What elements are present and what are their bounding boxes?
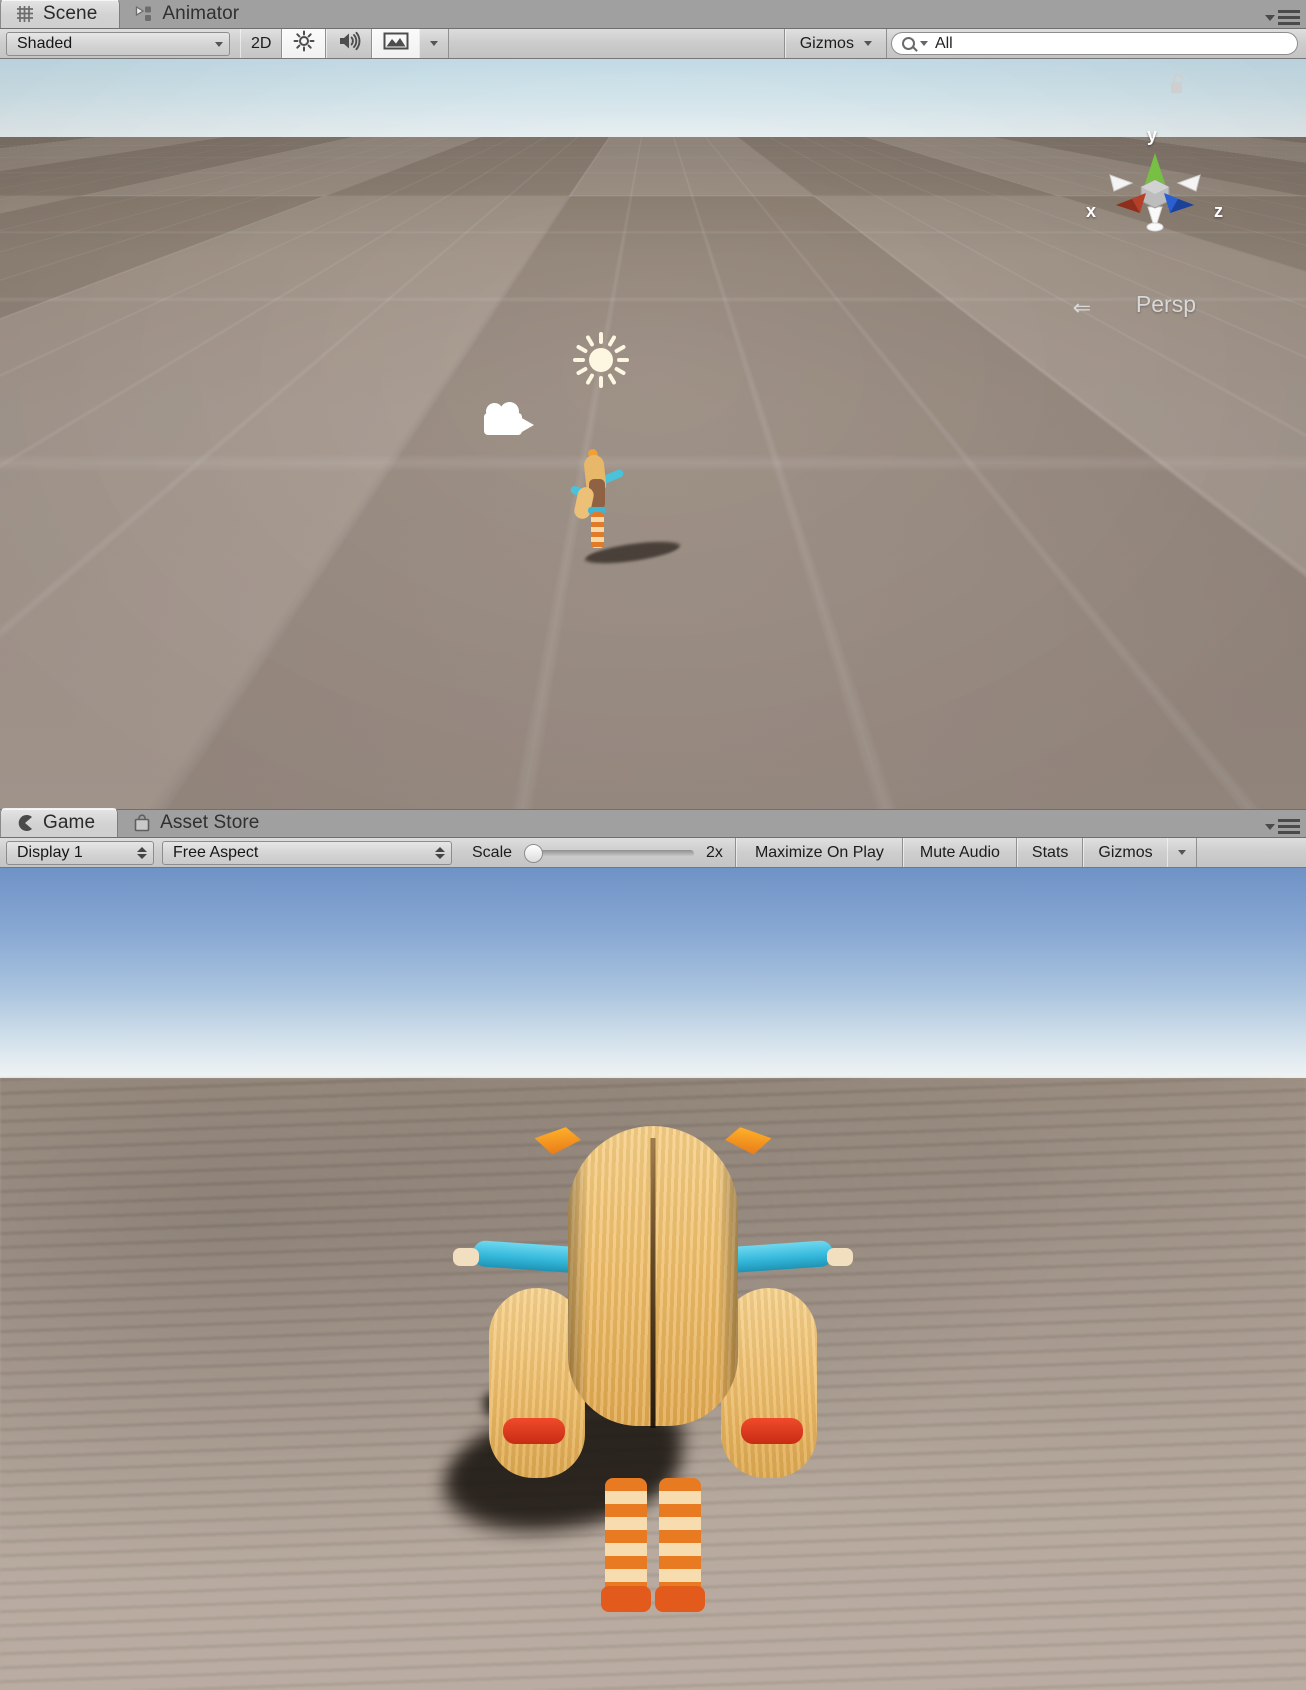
scene-panel-options[interactable] (1265, 10, 1300, 25)
scene-viewport[interactable]: y x z ⇐ Persp (0, 59, 1306, 809)
scene-panel-tabstrip: Scene Animator (0, 0, 1306, 29)
unity-editor-window: Scene Animator Shaded 2D Gizmos All y x … (0, 0, 1306, 1690)
display-value: Display 1 (17, 844, 83, 861)
tab-animator-label: Animator (162, 2, 240, 24)
stats-label: Stats (1031, 843, 1069, 861)
scale-slider[interactable] (524, 843, 695, 863)
image-effects-icon (383, 31, 409, 56)
mute-audio-button[interactable]: Mute Audio (902, 838, 1017, 867)
tab-scene-label: Scene (43, 3, 98, 24)
scene-effects-dropdown[interactable] (419, 29, 450, 58)
search-magnifier-icon (901, 37, 915, 50)
draw-mode-dropdown[interactable]: Shaded (6, 32, 230, 56)
game-panel-tabstrip: Game Asset Store (0, 808, 1306, 838)
game-viewport[interactable] (0, 868, 1306, 1690)
directional-light-gizmo[interactable] (572, 331, 630, 389)
scene-gizmos-dropdown[interactable]: Gizmos (784, 29, 887, 58)
updown-stepper-icon (137, 847, 147, 859)
tab-scene[interactable]: Scene (0, 0, 121, 28)
tab-game-label: Game (43, 812, 96, 833)
grid-icon (15, 4, 35, 24)
mute-audio-label: Mute Audio (919, 843, 1000, 861)
speaker-audio-icon (337, 30, 361, 57)
scale-label: Scale (472, 843, 513, 861)
gizmo-axis-y-label[interactable]: y (1147, 125, 1157, 146)
gizmo-axis-x-label[interactable]: x (1086, 201, 1096, 222)
animator-nodes-icon (134, 4, 154, 24)
toggle-2d-label: 2D (251, 34, 272, 52)
game-gizmos-dropdown[interactable] (1166, 838, 1197, 867)
unlocked-padlock-icon[interactable] (1168, 73, 1188, 95)
game-sky (0, 868, 1306, 1078)
chevron-down-icon (1265, 14, 1275, 21)
shopping-bag-icon (132, 813, 152, 833)
gizmo-axis-z-label[interactable]: z (1214, 201, 1223, 222)
display-dropdown[interactable]: Display 1 (6, 841, 154, 865)
game-panel-options[interactable] (1265, 819, 1300, 834)
sun-lighting-icon (293, 30, 315, 57)
scale-slider-handle[interactable] (524, 843, 544, 863)
chevron-down-icon (1177, 850, 1186, 855)
maximize-on-play-button[interactable]: Maximize On Play (735, 838, 903, 867)
chevron-left-icon: ⇐ (1072, 295, 1091, 320)
game-gizmos-button[interactable]: Gizmos (1083, 838, 1167, 867)
stats-button[interactable]: Stats (1016, 838, 1084, 867)
tab-asset-store-label: Asset Store (160, 811, 260, 833)
chevron-down-icon (215, 41, 223, 47)
panel-options-hamburger-icon (1278, 10, 1300, 25)
scene-gizmos-label: Gizmos (799, 34, 854, 52)
tab-animator[interactable]: Animator (120, 0, 261, 28)
chevron-down-icon (1265, 823, 1275, 830)
game-pacman-icon (15, 813, 35, 833)
game-toolbar: Display 1 Free Aspect Scale 2x Maximize … (0, 838, 1306, 868)
scene-toolbar-spacer (449, 29, 785, 58)
scene-search-input[interactable]: All (890, 32, 1298, 55)
chevron-down-icon (919, 41, 928, 46)
aspect-value: Free Aspect (173, 844, 259, 861)
scale-value: 2x (706, 843, 723, 861)
scene-toolbar: Shaded 2D Gizmos All (0, 29, 1306, 59)
scene-search-value: All (934, 34, 953, 52)
game-gizmos-label: Gizmos (1098, 843, 1153, 861)
scale-slider-group[interactable]: Scale 2x (462, 838, 736, 867)
maximize-on-play-label: Maximize On Play (754, 843, 884, 861)
game-character (439, 1118, 853, 1612)
tab-game[interactable]: Game (0, 808, 119, 837)
updown-stepper-icon (435, 847, 445, 859)
scene-effects-toggle[interactable] (372, 29, 420, 58)
chevron-down-icon (430, 41, 439, 46)
scene-lighting-toggle[interactable] (282, 29, 327, 58)
scene-audio-toggle[interactable] (326, 29, 373, 58)
panel-options-hamburger-icon (1278, 819, 1300, 834)
draw-mode-value: Shaded (17, 35, 73, 52)
tab-asset-store[interactable]: Asset Store (118, 808, 281, 837)
aspect-dropdown[interactable]: Free Aspect (162, 841, 452, 865)
scene-character-object[interactable] (565, 447, 684, 568)
scene-projection-label[interactable]: Persp (1136, 291, 1196, 318)
toggle-2d-button[interactable]: 2D (240, 29, 283, 58)
scene-view-orientation-gizmo[interactable]: y x z (1086, 125, 1223, 255)
chevron-down-icon (863, 41, 872, 46)
camera-gizmo[interactable] (484, 402, 542, 437)
